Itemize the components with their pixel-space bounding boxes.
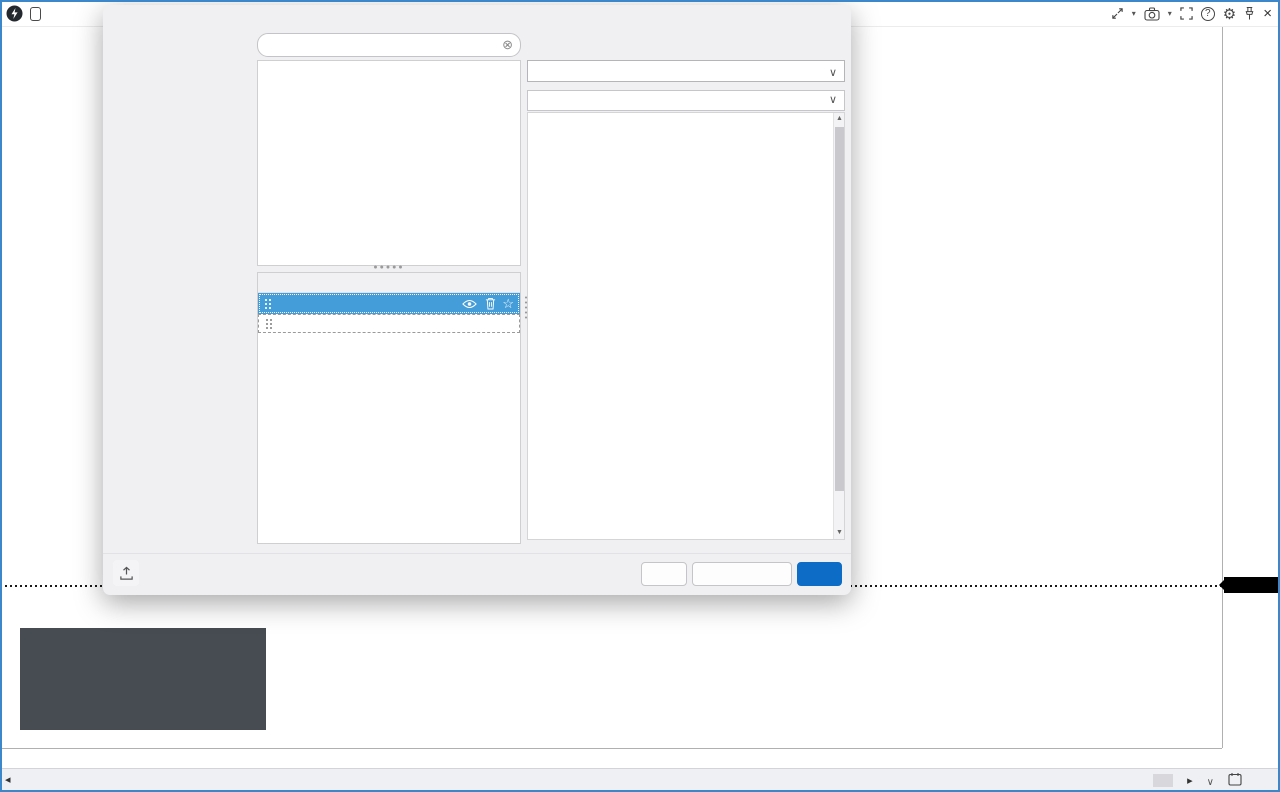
property-search-input[interactable] (528, 91, 844, 110)
titlebar-icons: ▾ ▾ ? ⚙ × (1111, 0, 1272, 27)
clear-search-icon[interactable]: ⊗ (502, 37, 513, 53)
help-icon[interactable]: ? (1201, 7, 1215, 21)
added-header (258, 273, 520, 293)
horizontal-splitter[interactable]: ●●●●● (257, 266, 521, 271)
footer-separator (103, 553, 851, 554)
application-window: ▾ ▾ ? ⚙ × ◂ ▸ ∨ ⊗ (0, 0, 1280, 792)
chart-tab[interactable] (47, 0, 54, 27)
time-axis[interactable] (0, 748, 1222, 768)
session-selector[interactable]: ∨ (1207, 774, 1214, 788)
collapse-dropdown-icon[interactable]: ▾ (1132, 9, 1136, 18)
pin-icon[interactable] (1244, 6, 1255, 21)
delete-trash-icon[interactable] (485, 297, 496, 310)
indicator-search-input[interactable] (257, 33, 521, 57)
added-indicators-box: ☆ (257, 272, 521, 544)
visibility-eye-icon[interactable] (462, 299, 477, 309)
template-dropdown[interactable]: ∨ (527, 60, 845, 82)
indicator-result-list (257, 60, 521, 266)
dialog-close-icon[interactable] (823, 9, 843, 29)
added-indicator-selected[interactable]: ☆ (258, 293, 520, 314)
calendar-icon[interactable] (1228, 772, 1242, 789)
settings-gear-icon[interactable]: ⚙ (1223, 5, 1236, 23)
current-price-label (1224, 577, 1280, 593)
save-as-template-button[interactable] (692, 562, 792, 586)
import-template-button[interactable] (113, 560, 139, 586)
grid-scrollbar[interactable]: ▲ ▼ (833, 113, 844, 539)
snapshot-camera-icon[interactable] (1144, 7, 1160, 21)
indicator-search: ⊗ (257, 33, 521, 57)
fullscreen-icon[interactable] (1180, 7, 1193, 20)
collapse-panel-icon[interactable] (1111, 7, 1124, 20)
play-icon[interactable]: ▸ (1187, 774, 1193, 787)
scrollbar-thumb[interactable] (835, 127, 844, 491)
cancel-button[interactable] (641, 562, 687, 586)
account-info-panel (20, 628, 266, 730)
favorite-star-icon[interactable]: ☆ (502, 296, 514, 312)
indicators-dialog: ⊗ ●●●●● ☆ ∨ ∨ (103, 5, 851, 595)
scroll-down-icon[interactable]: ▼ (834, 527, 845, 539)
settings-tabs (527, 35, 845, 49)
close-window-icon[interactable]: × (1263, 5, 1272, 22)
price-axis[interactable] (1222, 27, 1280, 748)
instrument-icon[interactable] (30, 7, 41, 21)
drag-handle-icon[interactable] (264, 298, 271, 310)
session-caret-icon: ∨ (1207, 777, 1214, 788)
apply-button[interactable] (797, 562, 842, 586)
dialog-maximize-icon[interactable] (795, 9, 815, 29)
property-grid: ▲ ▼ (527, 112, 845, 540)
property-search: ∨ (527, 90, 845, 111)
app-logo-icon[interactable] (6, 5, 23, 22)
statusbar: ◂ ▸ ∨ (0, 768, 1280, 792)
dialog-minimize-icon[interactable] (765, 9, 785, 29)
horizontal-scrollbar-piece[interactable] (1153, 774, 1173, 787)
snapshot-dropdown-icon[interactable]: ▾ (1168, 9, 1172, 18)
scroll-left-icon[interactable]: ◂ (5, 773, 11, 786)
chevron-down-icon: ∨ (829, 63, 837, 83)
drag-handle-icon[interactable] (265, 318, 272, 330)
chevron-down-icon: ∨ (829, 93, 837, 106)
statusbar-right: ▸ ∨ (1153, 769, 1270, 792)
added-indicator-row[interactable] (258, 314, 520, 333)
scroll-up-icon[interactable]: ▲ (834, 113, 845, 125)
